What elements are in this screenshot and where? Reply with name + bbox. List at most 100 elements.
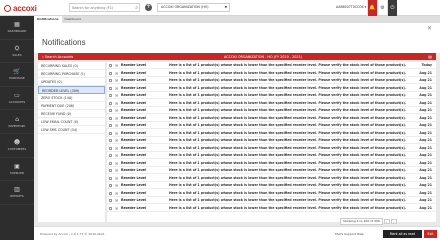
reports-icon: ▥: [14, 186, 20, 194]
row-checkbox[interactable]: [109, 71, 112, 75]
notification-type: Reorder Level: [121, 100, 147, 105]
filter-item[interactable]: LOW SMS COUNT (54): [38, 126, 105, 134]
add-new-button[interactable]: +: [145, 4, 152, 11]
tab-strip: Notifications Dashboard: [34, 16, 440, 23]
search-accounts-link[interactable]: ⌕ Search Accounts: [42, 55, 73, 59]
search-icon[interactable]: ⌕: [135, 5, 138, 11]
table-row[interactable]: ✉ Reorder Level Here is a list of 1 produc…: [107, 100, 436, 107]
table-row[interactable]: ✉ Reorder Level Here is a list of 1 produc…: [107, 62, 436, 70]
table-row[interactable]: ✉ Reorder Level Here is a list of 1 produc…: [107, 77, 436, 85]
footer-links[interactable]: FAQ's Support Help: [335, 232, 364, 236]
sidebar-item-customers[interactable]: ☻ CUSTOMERS: [0, 134, 34, 158]
powered-by-text: Powered by Accoxi - 1.0.1.77 © 2016-2021: [40, 232, 105, 236]
filter-item[interactable]: PAYMENT DUE (208): [38, 102, 105, 110]
tab-notifications[interactable]: Notifications: [34, 16, 62, 23]
sidebar-item-accounts[interactable]: ▭ ACCOUNTS: [0, 87, 34, 111]
table-row[interactable]: ✉ Reorder Level Here is a list of 1 produc…: [107, 160, 436, 167]
exit-button[interactable]: Exit: [424, 230, 437, 238]
table-row[interactable]: ✉ Reorder Level Here is a list of 1 produc…: [107, 107, 436, 115]
notification-date: Aug 21: [419, 138, 432, 142]
filter-item[interactable]: LOW EMAIL COUNT (0): [38, 118, 105, 126]
notification-message: Here is a list of 1 product(s) whose sto…: [169, 115, 407, 120]
row-checkbox[interactable]: [109, 139, 112, 142]
row-checkbox[interactable]: [109, 184, 112, 187]
notification-date: Aug 21: [419, 183, 432, 187]
table-row[interactable]: ✉ Reorder Level Here is a list of 1 produc…: [107, 70, 436, 77]
filter-item[interactable]: ZERO STOCK (140): [38, 94, 105, 102]
search-accounts-label: Search Accounts: [44, 54, 74, 59]
row-checkbox[interactable]: [109, 199, 112, 202]
row-checkbox[interactable]: [109, 154, 112, 157]
notification-type: Reorder Level: [121, 175, 147, 180]
pagination-count: Showing 1 to 100 of 309: [340, 217, 383, 225]
user-menu[interactable]: AAB6007T0CCOX ▾: [336, 5, 366, 9]
table-row[interactable]: ✉ Reorder Level Here is a list of 1 produc…: [107, 85, 436, 92]
table-row[interactable]: ✉ Reorder Level Here is a list of 1 produc…: [107, 145, 436, 152]
table-row[interactable]: ✉ Reorder Level Here is a list of 1 produc…: [107, 137, 436, 145]
table-row[interactable]: ✉ Reorder Level Here is a list of 1 produc…: [107, 92, 436, 100]
envelope-icon: ✉: [115, 160, 119, 166]
notification-date: Aug 21: [419, 85, 432, 90]
table-row[interactable]: ✉ Reorder Level Here is a list of 1 produc…: [107, 167, 436, 175]
sidebar-item-inventory[interactable]: ⌂ INVENTORY: [0, 110, 34, 134]
notification-message: Here is a list of 1 product(s) whose sto…: [169, 123, 407, 127]
row-checkbox[interactable]: [109, 64, 112, 67]
row-checkbox[interactable]: [109, 94, 112, 97]
row-checkbox[interactable]: [109, 116, 112, 120]
close-icon[interactable]: ✕: [427, 25, 432, 32]
row-checkbox[interactable]: [109, 131, 112, 135]
sidebar-item-supplier[interactable]: ▣ SUPPLIER: [0, 158, 34, 182]
table-row[interactable]: ✉ Reorder Level Here is a list of 1 produc…: [107, 152, 436, 160]
notification-type: Reorder Level: [121, 93, 147, 97]
notification-type: Reorder Level: [121, 160, 147, 165]
notification-message: Here is a list of 1 product(s) whose sto…: [169, 138, 407, 142]
notification-date: Today: [421, 63, 432, 67]
pagination-prev-button[interactable]: ‹: [383, 218, 390, 224]
notification-message: Here is a list of 1 product(s) whose sto…: [169, 183, 407, 187]
settings-icon[interactable]: ⚙: [377, 0, 387, 16]
table-row[interactable]: ✉ Reorder Level Here is a list of 1 produc…: [107, 175, 436, 182]
chevron-down-icon: ▼: [224, 5, 227, 9]
table-row[interactable]: ✉ Reorder Level Here is a list of 1 produc…: [107, 182, 436, 190]
mark-all-read-button[interactable]: Mark all as read: [383, 230, 422, 238]
bell-icon[interactable]: 🔔: [367, 0, 377, 16]
notification-message: Here is a list of 1 product(s) whose sto…: [169, 175, 407, 180]
filter-item[interactable]: RECURRING PURCHASE (1): [38, 70, 105, 78]
table-row[interactable]: ✉ Reorder Level Here is a list of 1 produc…: [107, 130, 436, 137]
table-row[interactable]: ✉ Reorder Level Here is a list of 1 produc…: [107, 122, 436, 130]
row-checkbox[interactable]: [109, 176, 112, 180]
logo[interactable]: accoxi: [4, 2, 37, 14]
sales-icon: ⛭: [14, 44, 20, 52]
sidebar-item-dashboard[interactable]: ▦ DASHBOARD: [0, 16, 34, 40]
row-checkbox[interactable]: [109, 101, 112, 105]
filter-item[interactable]: RECEIVE FUND (0): [38, 110, 105, 118]
sidebar-item-purchase[interactable]: 🛒 PURCHASE: [0, 63, 34, 87]
dashboard-icon: ▦: [14, 21, 20, 29]
row-checkbox[interactable]: [109, 109, 112, 112]
table-row[interactable]: ✉ Reorder Level Here is a list of 1 produc…: [107, 190, 436, 197]
sidebar-item-reports[interactable]: ▥ REPORTS: [0, 181, 34, 205]
organization-select[interactable]: ACCOXI ORGANIZATION (HO) ▼: [157, 3, 230, 12]
row-checkbox[interactable]: [109, 124, 112, 127]
filter-item[interactable]: UPDATES (0): [38, 78, 105, 86]
tab-dashboard[interactable]: Dashboard: [62, 16, 84, 23]
row-checkbox[interactable]: [109, 146, 112, 150]
sidebar-item-sales[interactable]: ⛭ SALES: [0, 40, 34, 64]
notification-message: Here is a list of 1 product(s) whose sto…: [169, 70, 407, 75]
row-checkbox[interactable]: [109, 169, 112, 172]
row-checkbox[interactable]: [109, 191, 112, 195]
pdf-icon[interactable]: ▤: [428, 54, 432, 59]
pagination-next-button[interactable]: ›: [390, 218, 397, 224]
row-checkbox[interactable]: [109, 206, 112, 210]
global-search-input[interactable]: [70, 4, 132, 11]
row-checkbox[interactable]: [109, 86, 112, 90]
notification-type: Reorder Level: [121, 108, 147, 112]
row-checkbox[interactable]: [109, 79, 112, 82]
power-icon[interactable]: ⏻: [387, 0, 397, 16]
filter-item[interactable]: REORDER LEVEL (309): [38, 86, 105, 94]
filter-item[interactable]: RECURRING SALES (0): [38, 62, 105, 70]
table-row[interactable]: ✉ Reorder Level Here is a list of 1 produc…: [107, 205, 436, 212]
row-checkbox[interactable]: [109, 161, 112, 165]
table-row[interactable]: ✉ Reorder Level Here is a list of 1 produc…: [107, 115, 436, 122]
table-row[interactable]: ✉ Reorder Level Here is a list of 1 produc…: [107, 197, 436, 205]
